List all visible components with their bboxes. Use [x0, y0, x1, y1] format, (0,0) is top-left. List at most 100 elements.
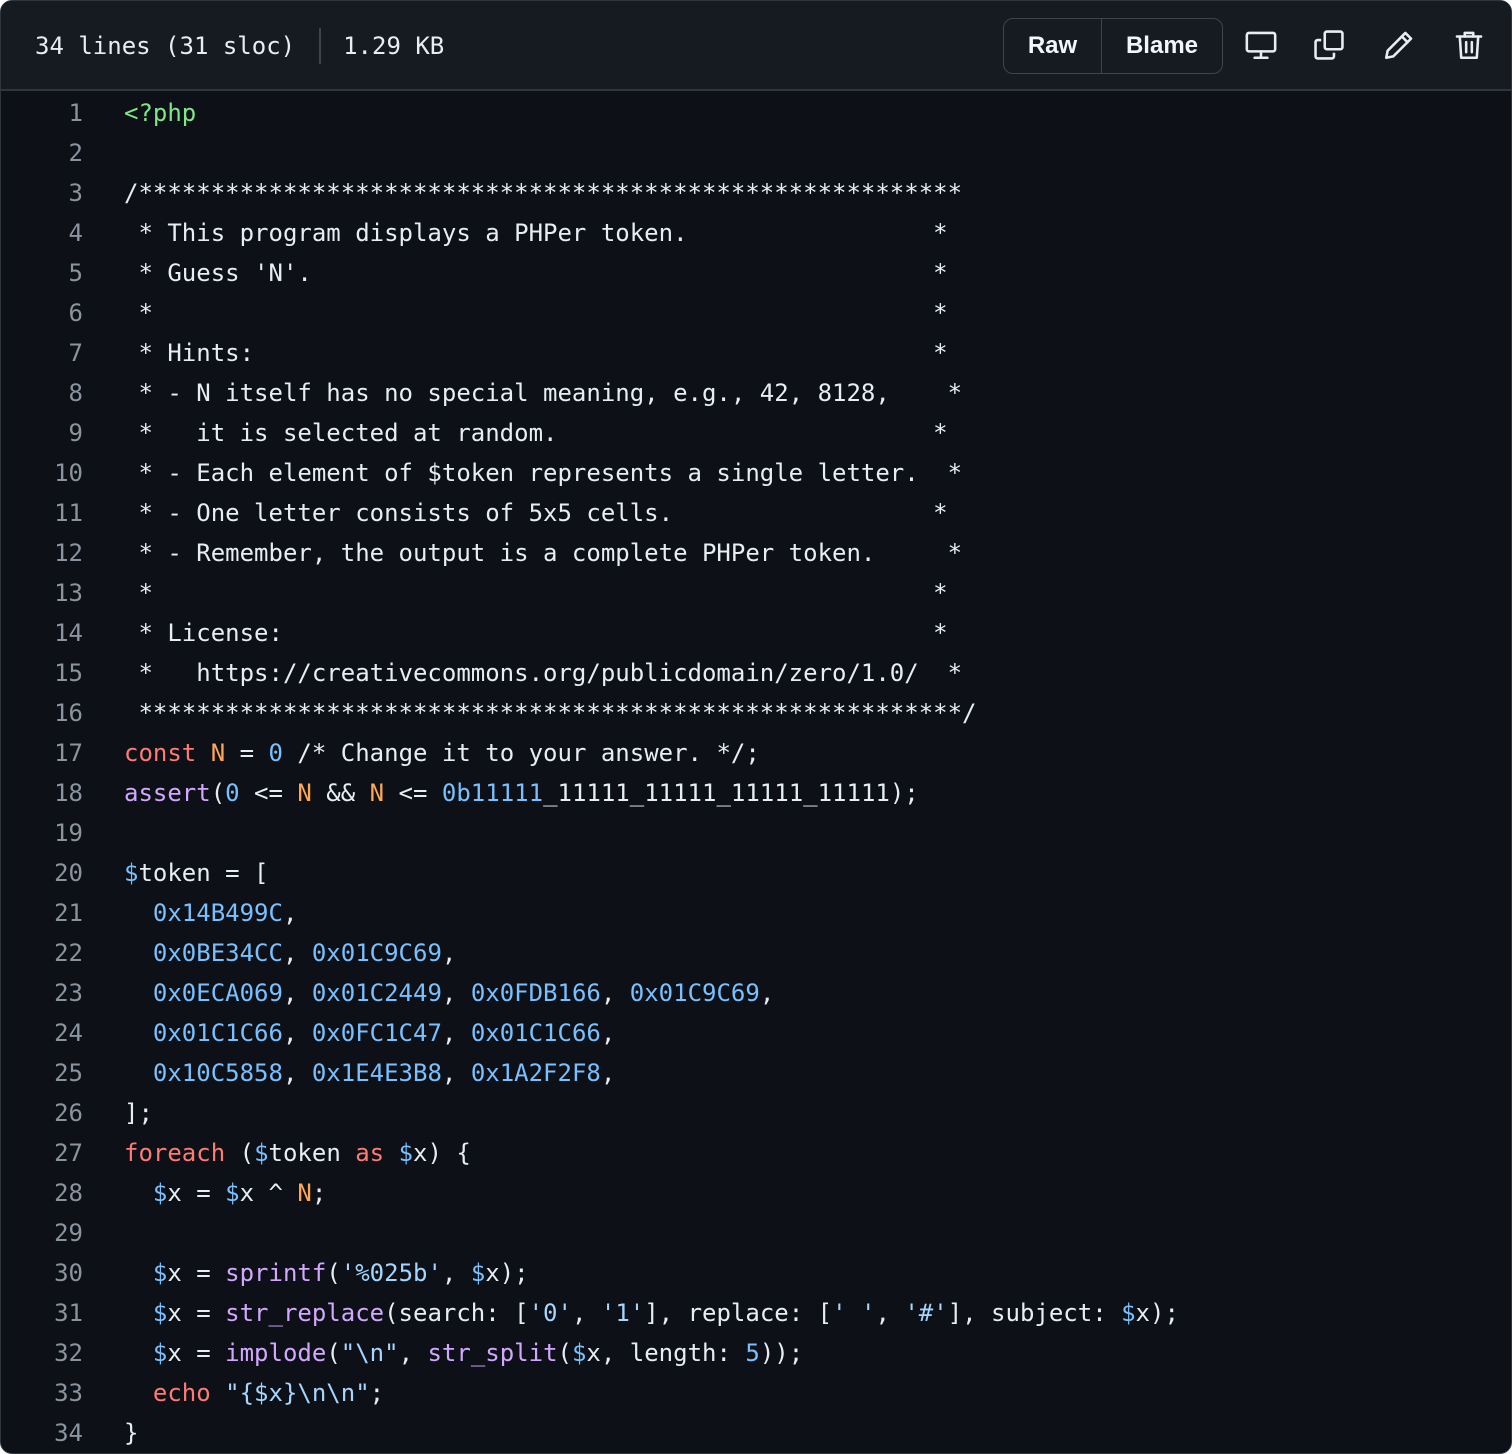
line-number[interactable]: 33 [21, 1373, 83, 1413]
line-number[interactable]: 25 [21, 1053, 83, 1093]
code-token: 0 [268, 739, 283, 767]
line-content: * https://creativecommons.org/publicdoma… [124, 653, 962, 693]
code-token: foreach [124, 1139, 226, 1167]
line-number[interactable]: 21 [21, 893, 83, 933]
line-number[interactable]: 27 [21, 1133, 83, 1173]
line-number[interactable]: 8 [21, 373, 83, 413]
code-token: str_split [427, 1339, 558, 1367]
line-content: * License: * [124, 613, 948, 653]
line-number[interactable]: 22 [21, 933, 83, 973]
code-token: x, length: [586, 1339, 746, 1367]
code-token: str_replace [225, 1299, 385, 1327]
line-number[interactable]: 17 [21, 733, 83, 773]
code-token: $ [470, 1259, 486, 1287]
code-token: ; [369, 1379, 385, 1407]
line-content: * - Each element of $token represents a … [124, 453, 962, 493]
line-number[interactable]: 10 [21, 453, 83, 493]
line-content: } [124, 1413, 138, 1453]
line-number[interactable]: 3 [21, 173, 83, 213]
code-token: 0x01C2449 [311, 979, 442, 1007]
code-line: 20 $token = [ [1, 853, 1511, 893]
desktop-icon[interactable] [1241, 25, 1281, 65]
code-token: N [210, 739, 226, 767]
line-number[interactable]: 12 [21, 533, 83, 573]
code-token: * it is selected at random. * [124, 419, 948, 447]
code-token: ( [326, 1259, 341, 1287]
code-token: , [441, 1019, 471, 1047]
line-content: * This program displays a PHPer token. * [124, 213, 947, 253]
line-number[interactable]: 11 [21, 493, 83, 533]
code-token: * Hints: * [124, 339, 948, 367]
line-number[interactable]: 7 [21, 333, 83, 373]
code-token: 0x1E4E3B8 [311, 1059, 442, 1087]
line-number[interactable]: 9 [21, 413, 83, 453]
line-number[interactable]: 5 [21, 253, 83, 293]
code-token: 0x14B499C [152, 899, 283, 927]
code-token: 0x1A2F2F8 [470, 1059, 601, 1087]
line-number[interactable]: 29 [21, 1213, 83, 1253]
code-token: , [441, 979, 471, 1007]
code-token: , [282, 1059, 312, 1087]
line-number[interactable]: 13 [21, 573, 83, 613]
line-number[interactable]: 34 [21, 1413, 83, 1453]
code-token: , [875, 1299, 905, 1327]
line-number[interactable]: 2 [21, 133, 83, 173]
blame-button[interactable]: Blame [1102, 19, 1222, 73]
code-line: 10 * - Each element of $token represents… [1, 453, 1511, 493]
code-token: * License: * [124, 619, 948, 647]
line-number[interactable]: 6 [21, 293, 83, 333]
line-number[interactable]: 20 [21, 853, 83, 893]
line-content: const N = 0 /* Change it to your answer.… [124, 733, 760, 773]
line-number[interactable]: 23 [21, 973, 83, 1013]
code-token: , [441, 939, 457, 967]
copy-icon[interactable] [1309, 25, 1349, 65]
code-line: 12 * - Remember, the output is a complet… [1, 533, 1511, 573]
code-token: 0x01C1C66 [152, 1019, 283, 1047]
code-token: x = [167, 1179, 226, 1207]
pencil-icon[interactable] [1379, 25, 1419, 65]
code-token: , [600, 1059, 616, 1087]
line-number[interactable]: 31 [21, 1293, 83, 1333]
line-number[interactable]: 26 [21, 1093, 83, 1133]
code-token: $ [398, 1139, 414, 1167]
line-number[interactable]: 14 [21, 613, 83, 653]
code-token: $ [152, 1299, 168, 1327]
line-number[interactable]: 28 [21, 1173, 83, 1213]
line-content: foreach ($token as $x) { [124, 1133, 471, 1173]
line-number[interactable]: 15 [21, 653, 83, 693]
raw-blame-button-group: Raw Blame [1003, 18, 1223, 74]
line-number[interactable]: 32 [21, 1333, 83, 1373]
code-line: 1 <?php [1, 93, 1511, 133]
line-number[interactable]: 16 [21, 693, 83, 733]
line-number[interactable]: 24 [21, 1013, 83, 1053]
code-token: token = [ [138, 859, 269, 887]
code-token: N [369, 779, 385, 807]
line-number[interactable]: 4 [21, 213, 83, 253]
code-token: ( [225, 1139, 255, 1167]
code-token: ( [326, 1339, 341, 1367]
code-token: (search: [ [384, 1299, 529, 1327]
code-token: as [355, 1139, 385, 1167]
code-line: 29 [1, 1213, 1511, 1253]
line-number[interactable]: 1 [21, 93, 83, 133]
code-token: ]; [124, 1099, 153, 1127]
code-line: 23 0x0ECA069, 0x01C2449, 0x0FDB166, 0x01… [1, 973, 1511, 1013]
code-token: ], replace: [ [644, 1299, 833, 1327]
trash-icon[interactable] [1449, 25, 1489, 65]
line-number[interactable]: 19 [21, 813, 83, 853]
line-content: * - One letter consists of 5x5 cells. * [124, 493, 947, 533]
code-line: 16 *************************************… [1, 693, 1511, 733]
code-token: )); [759, 1339, 804, 1367]
raw-button[interactable]: Raw [1004, 19, 1102, 73]
code-line: 25 0x10C5858, 0x1E4E3B8, 0x1A2F2F8, [1, 1053, 1511, 1093]
line-number[interactable]: 18 [21, 773, 83, 813]
code-token: const [124, 739, 197, 767]
code-token: * - Remember, the output is a complete P… [124, 539, 963, 567]
line-number[interactable]: 30 [21, 1253, 83, 1293]
code-token: 0x0BE34CC [152, 939, 283, 967]
line-content: <?php [124, 93, 196, 133]
code-token: , [282, 939, 312, 967]
